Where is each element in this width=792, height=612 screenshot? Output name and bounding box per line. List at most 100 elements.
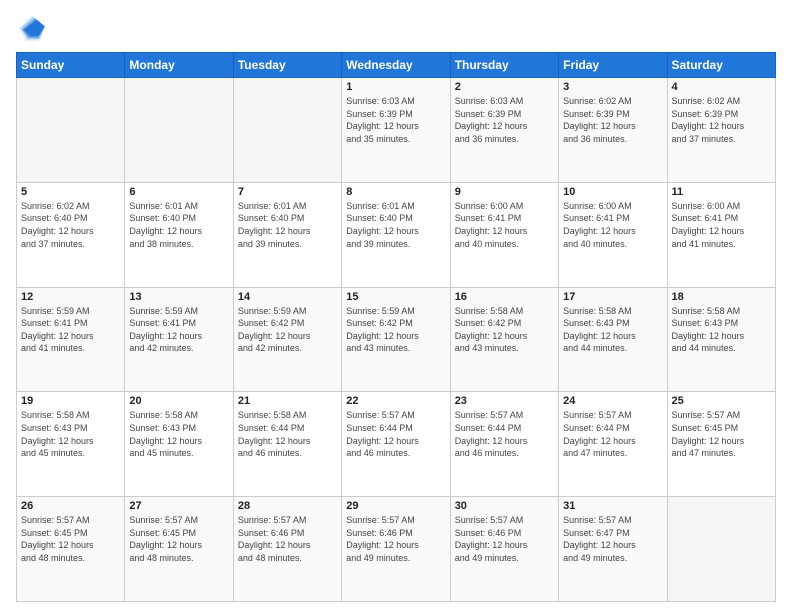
page: SundayMondayTuesdayWednesdayThursdayFrid… [0,0,792,612]
calendar-cell: 22 Sunrise: 5:57 AM Sunset: 6:44 PM Dayli… [342,392,450,497]
day-info: Sunrise: 6:00 AM Sunset: 6:41 PM Dayligh… [563,200,662,250]
header [16,12,776,44]
calendar-week-row: 12 Sunrise: 5:59 AM Sunset: 6:41 PM Dayli… [17,287,776,392]
day-number: 15 [346,291,445,303]
calendar-header-sunday: Sunday [17,53,125,78]
calendar-cell: 10 Sunrise: 6:00 AM Sunset: 6:41 PM Dayli… [559,182,667,287]
day-info: Sunrise: 5:57 AM Sunset: 6:46 PM Dayligh… [455,514,554,564]
calendar-week-row: 19 Sunrise: 5:58 AM Sunset: 6:43 PM Dayli… [17,392,776,497]
day-info: Sunrise: 6:00 AM Sunset: 6:41 PM Dayligh… [455,200,554,250]
day-number: 30 [455,500,554,512]
calendar-cell: 19 Sunrise: 5:58 AM Sunset: 6:43 PM Dayli… [17,392,125,497]
calendar-cell: 9 Sunrise: 6:00 AM Sunset: 6:41 PM Daylig… [450,182,558,287]
day-number: 14 [238,291,337,303]
calendar-cell: 21Sunrise: 5:58 AM Sunset: 6:44 PM Dayli… [233,392,341,497]
day-info: Sunrise: 5:59 AM Sunset: 6:42 PM Dayligh… [238,305,337,355]
day-number: 4 [672,81,771,93]
day-number: 27 [129,500,228,512]
day-info: Sunrise: 5:57 AM Sunset: 6:44 PM Dayligh… [563,409,662,459]
calendar-week-row: 1Sunrise: 6:03 AM Sunset: 6:39 PM Daylig… [17,78,776,183]
calendar-cell: 6 Sunrise: 6:01 AM Sunset: 6:40 PM Daylig… [125,182,233,287]
day-number: 20 [129,395,228,407]
day-info: Sunrise: 5:58 AM Sunset: 6:43 PM Dayligh… [563,305,662,355]
calendar-cell: 28 Sunrise: 5:57 AM Sunset: 6:46 PM Dayli… [233,497,341,602]
calendar-header-saturday: Saturday [667,53,775,78]
day-number: 26 [21,500,120,512]
day-number: 21 [238,395,337,407]
calendar-cell: 2Sunrise: 6:03 AM Sunset: 6:39 PM Daylig… [450,78,558,183]
day-info: Sunrise: 5:58 AM Sunset: 6:43 PM Dayligh… [129,409,228,459]
day-number: 28 [238,500,337,512]
day-info: Sunrise: 5:57 AM Sunset: 6:44 PM Dayligh… [346,409,445,459]
logo-icon [16,12,48,44]
day-number: 17 [563,291,662,303]
day-info: Sunrise: 6:01 AM Sunset: 6:40 PM Dayligh… [346,200,445,250]
calendar-cell: 27 Sunrise: 5:57 AM Sunset: 6:45 PM Dayli… [125,497,233,602]
day-info: Sunrise: 5:57 AM Sunset: 6:46 PM Dayligh… [238,514,337,564]
calendar-header-row: SundayMondayTuesdayWednesdayThursdayFrid… [17,53,776,78]
calendar-cell: 15 Sunrise: 5:59 AM Sunset: 6:42 PM Dayli… [342,287,450,392]
calendar-header-friday: Friday [559,53,667,78]
calendar-cell: 17 Sunrise: 5:58 AM Sunset: 6:43 PM Dayli… [559,287,667,392]
calendar-cell: 18Sunrise: 5:58 AM Sunset: 6:43 PM Dayli… [667,287,775,392]
calendar-header-wednesday: Wednesday [342,53,450,78]
calendar-table: SundayMondayTuesdayWednesdayThursdayFrid… [16,52,776,602]
calendar-cell: 4 Sunrise: 6:02 AM Sunset: 6:39 PM Daylig… [667,78,775,183]
day-info: Sunrise: 6:02 AM Sunset: 6:40 PM Dayligh… [21,200,120,250]
day-number: 1 [346,81,445,93]
day-number: 23 [455,395,554,407]
calendar-cell: 12 Sunrise: 5:59 AM Sunset: 6:41 PM Dayli… [17,287,125,392]
calendar-cell: 8 Sunrise: 6:01 AM Sunset: 6:40 PM Daylig… [342,182,450,287]
day-info: Sunrise: 6:02 AM Sunset: 6:39 PM Dayligh… [672,95,771,145]
day-number: 19 [21,395,120,407]
calendar-cell [233,78,341,183]
day-info: Sunrise: 6:00 AM Sunset: 6:41 PM Dayligh… [672,200,771,250]
calendar-cell: 11 Sunrise: 6:00 AM Sunset: 6:41 PM Dayli… [667,182,775,287]
day-info: Sunrise: 6:02 AM Sunset: 6:39 PM Dayligh… [563,95,662,145]
day-info: Sunrise: 5:59 AM Sunset: 6:41 PM Dayligh… [21,305,120,355]
calendar-week-row: 26 Sunrise: 5:57 AM Sunset: 6:45 PM Dayli… [17,497,776,602]
day-info: Sunrise: 5:57 AM Sunset: 6:47 PM Dayligh… [563,514,662,564]
day-number: 6 [129,186,228,198]
calendar-cell [17,78,125,183]
day-number: 11 [672,186,771,198]
calendar-cell: 14 Sunrise: 5:59 AM Sunset: 6:42 PM Dayli… [233,287,341,392]
calendar-cell: 31 Sunrise: 5:57 AM Sunset: 6:47 PM Dayli… [559,497,667,602]
day-number: 8 [346,186,445,198]
calendar-cell: 13 Sunrise: 5:59 AM Sunset: 6:41 PM Dayli… [125,287,233,392]
day-number: 18 [672,291,771,303]
day-info: Sunrise: 5:58 AM Sunset: 6:43 PM Dayligh… [21,409,120,459]
day-info: Sunrise: 6:01 AM Sunset: 6:40 PM Dayligh… [129,200,228,250]
day-number: 29 [346,500,445,512]
day-info: Sunrise: 5:58 AM Sunset: 6:42 PM Dayligh… [455,305,554,355]
calendar-cell [667,497,775,602]
day-number: 5 [21,186,120,198]
calendar-cell: 23 Sunrise: 5:57 AM Sunset: 6:44 PM Dayli… [450,392,558,497]
day-info: Sunrise: 5:57 AM Sunset: 6:45 PM Dayligh… [129,514,228,564]
calendar-cell [125,78,233,183]
day-info: Sunrise: 5:57 AM Sunset: 6:46 PM Dayligh… [346,514,445,564]
day-info: Sunrise: 5:57 AM Sunset: 6:44 PM Dayligh… [455,409,554,459]
day-info: Sunrise: 6:01 AM Sunset: 6:40 PM Dayligh… [238,200,337,250]
day-number: 12 [21,291,120,303]
calendar-cell: 3 Sunrise: 6:02 AM Sunset: 6:39 PM Daylig… [559,78,667,183]
day-number: 13 [129,291,228,303]
day-info: Sunrise: 5:59 AM Sunset: 6:41 PM Dayligh… [129,305,228,355]
day-number: 9 [455,186,554,198]
day-number: 22 [346,395,445,407]
calendar-cell: 7 Sunrise: 6:01 AM Sunset: 6:40 PM Daylig… [233,182,341,287]
calendar-cell: 30 Sunrise: 5:57 AM Sunset: 6:46 PM Dayli… [450,497,558,602]
calendar-cell: 1Sunrise: 6:03 AM Sunset: 6:39 PM Daylig… [342,78,450,183]
day-number: 7 [238,186,337,198]
calendar-cell: 26 Sunrise: 5:57 AM Sunset: 6:45 PM Dayli… [17,497,125,602]
day-info: Sunrise: 5:59 AM Sunset: 6:42 PM Dayligh… [346,305,445,355]
day-number: 24 [563,395,662,407]
day-number: 3 [563,81,662,93]
day-info: Sunrise: 5:57 AM Sunset: 6:45 PM Dayligh… [21,514,120,564]
calendar-cell: 29 Sunrise: 5:57 AM Sunset: 6:46 PM Dayli… [342,497,450,602]
day-number: 31 [563,500,662,512]
calendar-cell: 24 Sunrise: 5:57 AM Sunset: 6:44 PM Dayli… [559,392,667,497]
day-info: Sunrise: 5:57 AM Sunset: 6:45 PM Dayligh… [672,409,771,459]
calendar-cell: 20 Sunrise: 5:58 AM Sunset: 6:43 PM Dayli… [125,392,233,497]
day-number: 10 [563,186,662,198]
